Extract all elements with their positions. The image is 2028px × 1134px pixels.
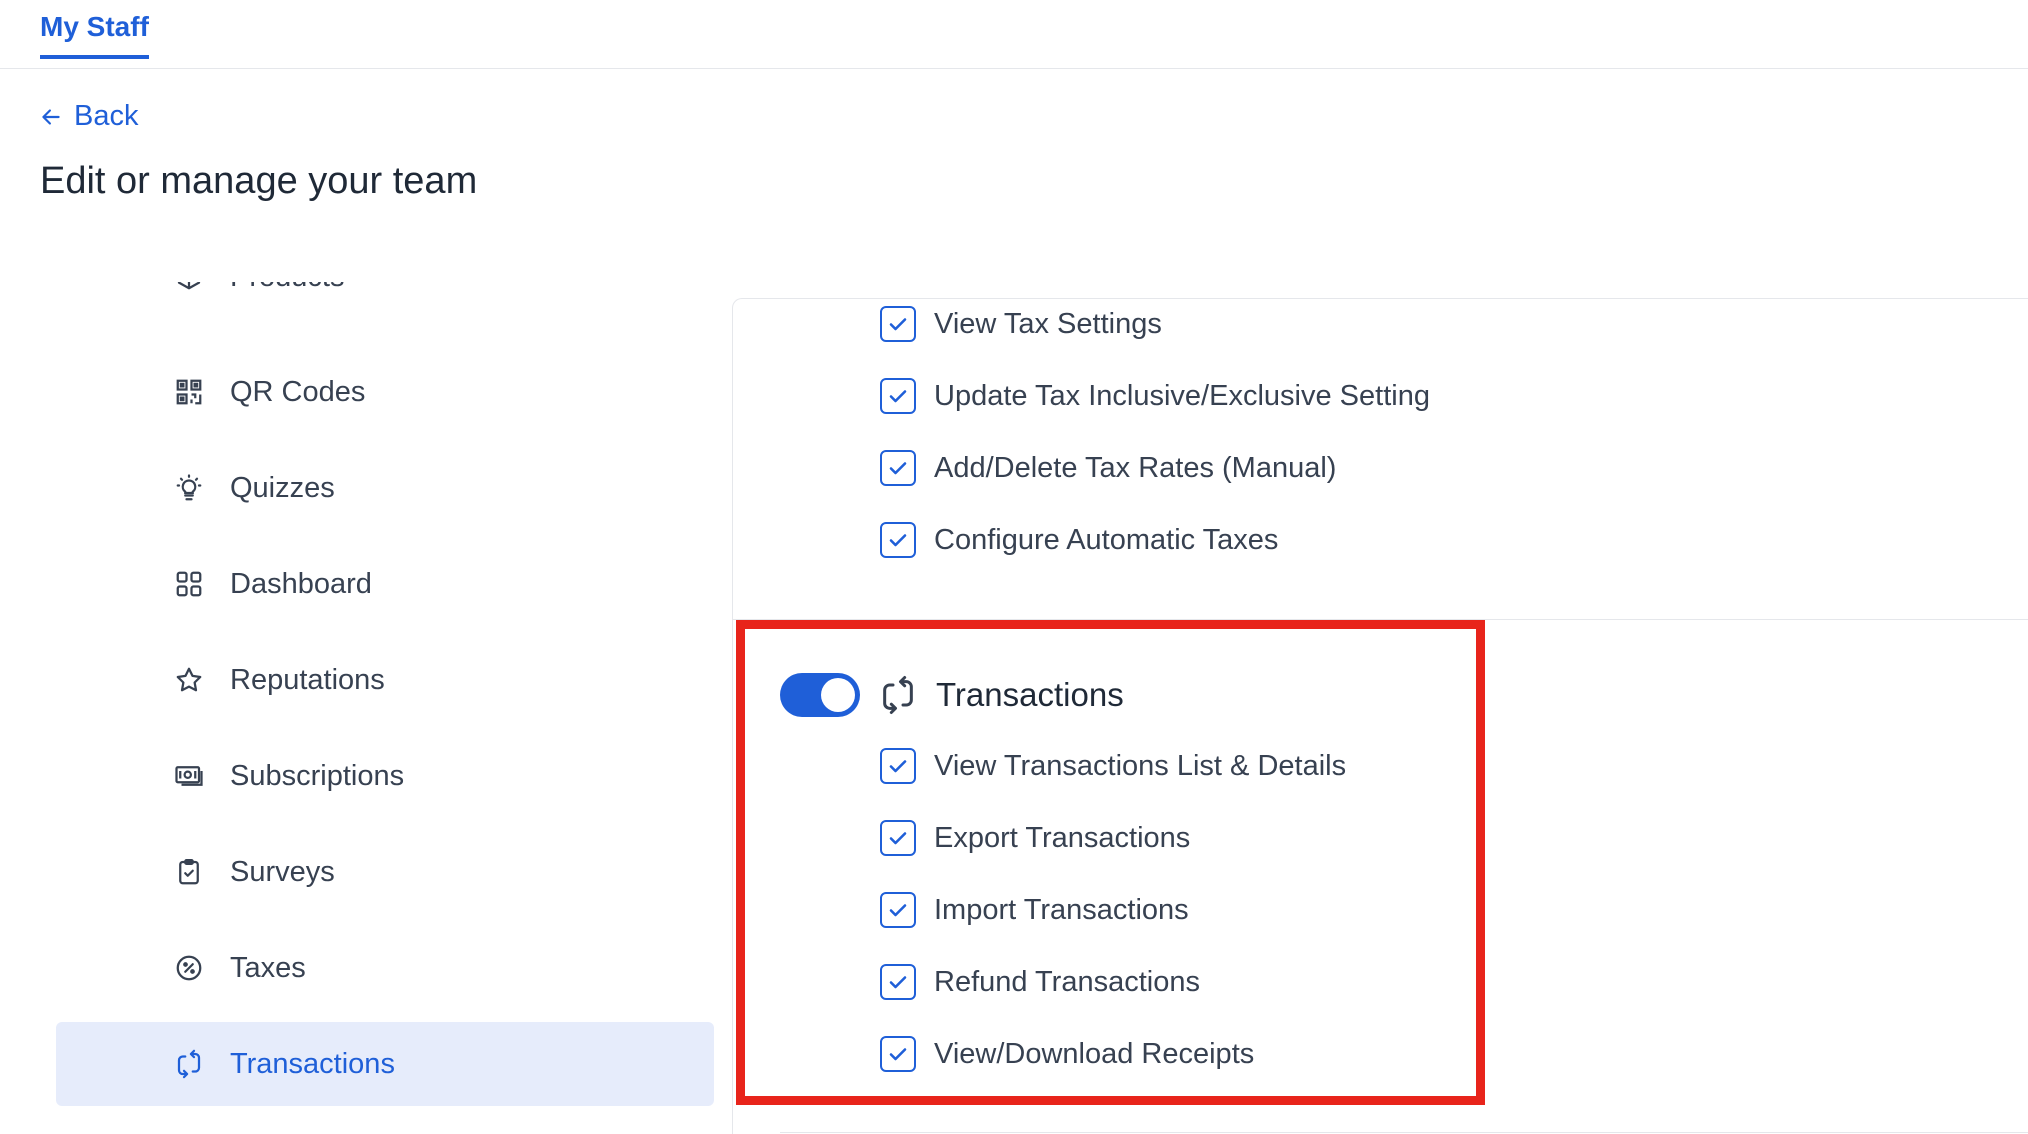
section-divider: [780, 1132, 2028, 1133]
sidebar-item-label: Surveys: [230, 855, 335, 888]
sidebar-item-label: Taxes: [230, 951, 306, 984]
checkbox[interactable]: [880, 306, 916, 342]
box-icon: [174, 282, 204, 292]
check-icon: [889, 534, 907, 547]
sidebar-item-label: Subscriptions: [230, 759, 405, 792]
sidebar-item-transactions[interactable]: Transactions: [56, 1022, 714, 1106]
check-icon: [889, 462, 907, 475]
sidebar-item-label: Transactions: [230, 1047, 395, 1080]
sidebar-item-dashboard[interactable]: Dashboard: [56, 542, 714, 626]
highlight-box: [736, 620, 1485, 1105]
permission-label: Configure Automatic Taxes: [934, 523, 1279, 556]
sidebar-item-label: Quizzes: [230, 471, 335, 504]
sidebar-item-subscriptions[interactable]: Subscriptions: [56, 734, 714, 818]
grid-icon: [174, 569, 204, 599]
checkbox[interactable]: [880, 378, 916, 414]
check-icon: [889, 390, 907, 403]
back-link[interactable]: Back: [38, 100, 138, 133]
sidebar-item-products[interactable]: Products: [56, 282, 714, 319]
banknote-icon: [174, 761, 204, 791]
permission-configure-automatic-taxes[interactable]: Configure Automatic Taxes: [880, 520, 1278, 560]
sidebar-item-taxes[interactable]: Taxes: [56, 926, 714, 1010]
top-nav: My Staff: [0, 0, 2028, 69]
check-icon: [889, 318, 907, 331]
qr-code-icon: [174, 377, 204, 407]
sidebar-item-surveys[interactable]: Surveys: [56, 830, 714, 914]
sidebar-item-label: QR Codes: [230, 375, 366, 408]
checkbox[interactable]: [880, 450, 916, 486]
sidebar-item-qr-codes[interactable]: QR Codes: [56, 350, 714, 434]
permission-label: Update Tax Inclusive/Exclusive Setting: [934, 379, 1430, 412]
sidebar-item-reputations[interactable]: Reputations: [56, 638, 714, 722]
percent-circle-icon: [174, 953, 204, 983]
permission-add-delete-tax-rates[interactable]: Add/Delete Tax Rates (Manual): [880, 448, 1336, 488]
sidebar-item-label: Dashboard: [230, 567, 372, 600]
repeat-icon: [174, 1049, 204, 1079]
permission-label: View Tax Settings: [934, 307, 1162, 340]
permission-label: Add/Delete Tax Rates (Manual): [934, 451, 1337, 484]
page-title: Edit or manage your team: [40, 160, 478, 202]
checkbox[interactable]: [880, 522, 916, 558]
clipboard-check-icon: [174, 857, 204, 887]
permission-view-tax-settings[interactable]: View Tax Settings: [880, 304, 1162, 344]
lightbulb-icon: [174, 473, 204, 503]
tab-my-staff[interactable]: My Staff: [40, 11, 149, 59]
sidebar-item-label: Products: [230, 282, 344, 294]
sidebar-item-label: Reputations: [230, 663, 385, 696]
sidebar-item-quizzes[interactable]: Quizzes: [56, 446, 714, 530]
permission-update-tax-inclusive-exclusive[interactable]: Update Tax Inclusive/Exclusive Setting: [880, 376, 1430, 416]
back-label: Back: [74, 100, 139, 132]
star-icon: [174, 665, 204, 695]
sidebar: Products QR Codes Quizzes Dashboard Repu…: [0, 282, 732, 1134]
arrow-left-icon: [42, 108, 60, 125]
